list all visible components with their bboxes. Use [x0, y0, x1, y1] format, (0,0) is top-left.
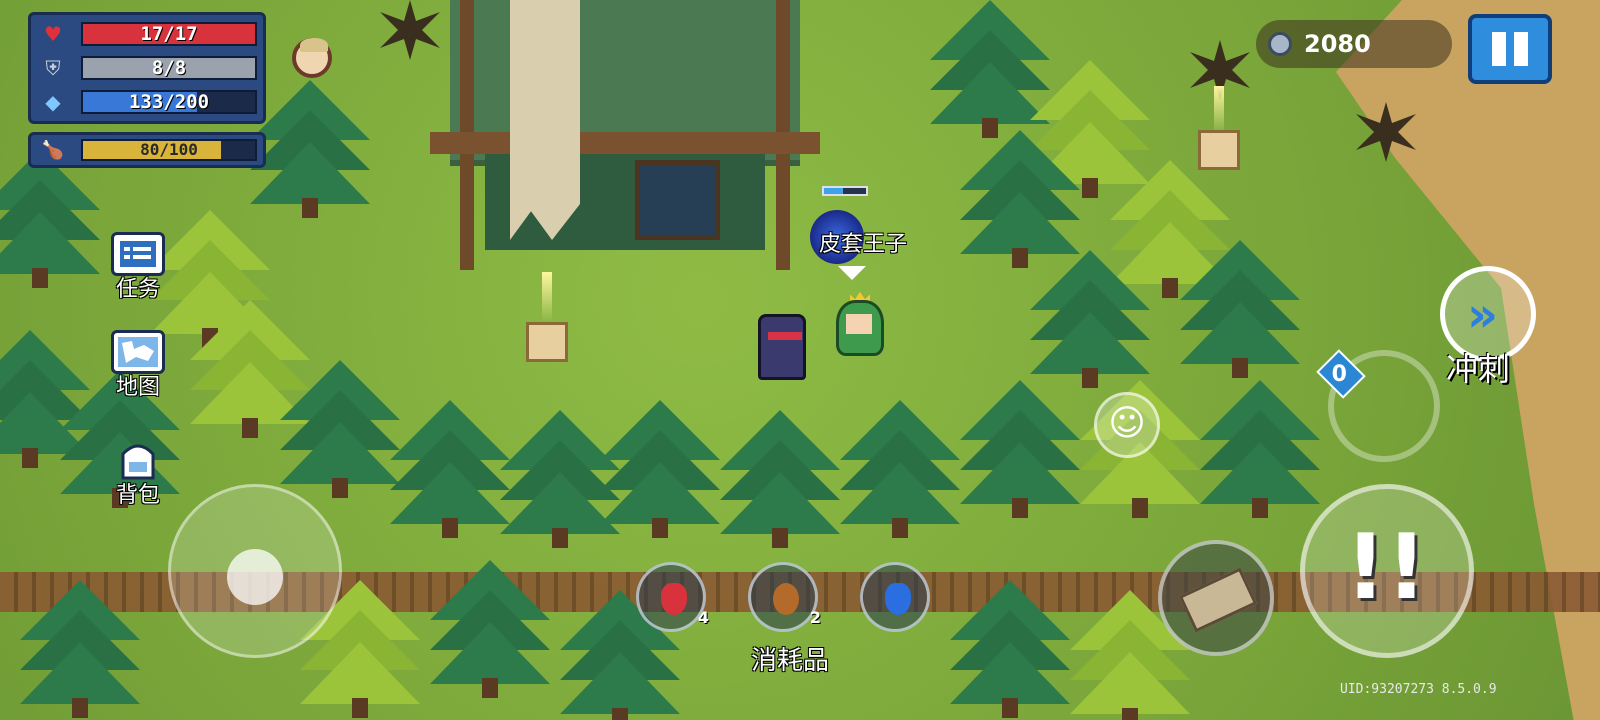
shield-icon: ⛨ — [45, 56, 61, 80]
hp-bar: 17/17 — [81, 22, 257, 46]
knight-armor — [758, 314, 806, 380]
pine-tree — [720, 410, 840, 550]
hunger-bar: 80/100 — [81, 139, 257, 161]
pet-avatar[interactable] — [292, 38, 332, 78]
player-face — [846, 314, 872, 334]
scroll-weapon-icon — [1178, 567, 1258, 633]
map-label: 地图 — [115, 375, 160, 400]
dash-label: 冲刺 — [1446, 350, 1511, 388]
armor-row: ⛨ 8/8 — [41, 55, 257, 81]
coin-counter: 2080 — [1256, 20, 1452, 68]
movement-joystick[interactable] — [168, 484, 342, 658]
exclamation-icon: !! — [1345, 515, 1428, 620]
player-indicator-arrow — [838, 266, 866, 280]
tent-beam — [430, 132, 820, 154]
hunger-panel: 🍗 80/100 — [28, 132, 266, 168]
consumable-count: 4 — [697, 608, 709, 627]
weapon-switch-button[interactable] — [1158, 540, 1274, 656]
treasure-chest[interactable] — [526, 322, 568, 362]
chevron-right-icon: » — [1467, 287, 1499, 343]
skill-charge-count: 0 — [1331, 362, 1348, 388]
knight-visor — [768, 332, 802, 340]
drumstick-icon: 🍗 — [41, 140, 65, 161]
pine-tree — [960, 130, 1080, 270]
hp-value: 17/17 — [140, 23, 198, 45]
pine-tree — [600, 400, 720, 540]
player-character — [832, 292, 888, 364]
consumable-slot-blue-potion[interactable] — [860, 562, 930, 632]
pine-tree — [390, 400, 510, 540]
pause-icon-bar — [1514, 32, 1528, 66]
pine-tree — [250, 80, 370, 220]
tasks-button[interactable]: 任务 — [108, 232, 168, 304]
attack-button[interactable]: !! — [1300, 484, 1474, 658]
smiley-icon: ☺ — [1108, 403, 1146, 444]
tasks-label: 任务 — [115, 277, 160, 302]
blue-potion-icon — [885, 583, 911, 615]
diamond-icon: ◆ — [45, 90, 61, 114]
pine-tree — [840, 400, 960, 540]
consumable-slot-red-potion[interactable]: 4 — [636, 562, 709, 632]
hunger-row: 🍗 80/100 — [41, 138, 257, 162]
coin-icon — [1268, 32, 1292, 56]
energy-value: 133/200 — [128, 91, 210, 113]
player-energy-mini-fill — [824, 188, 843, 194]
treasure-chest[interactable] — [1198, 130, 1240, 170]
chest-glow — [1214, 86, 1224, 136]
hunger-value: 80/100 — [140, 140, 198, 159]
player-name-tag: 皮套王子 — [818, 232, 907, 257]
consumable-count: 2 — [809, 608, 821, 627]
task-list-icon — [111, 232, 165, 276]
hp-row: ♥ 17/17 — [41, 21, 257, 47]
heart-icon: ♥ — [44, 22, 62, 46]
backpack-icon — [111, 438, 165, 482]
pine-tree — [0, 150, 100, 290]
pause-icon — [1492, 32, 1506, 66]
camp-tent[interactable] — [430, 0, 820, 270]
pine-tree — [1200, 380, 1320, 520]
backpack-label: 背包 — [115, 483, 160, 508]
armor-bar: 8/8 — [81, 56, 257, 80]
chest-glow — [542, 272, 552, 322]
tent-banner — [510, 0, 580, 240]
consumables-label: 消耗品 — [750, 646, 829, 676]
joystick-knob[interactable] — [227, 549, 283, 605]
armor-value: 8/8 — [151, 57, 187, 79]
pine-tree — [430, 560, 550, 700]
energy-bar: 133/200 — [81, 90, 257, 114]
pine-tree — [20, 580, 140, 720]
stats-panel: ♥ 17/17 ⛨ 8/8 ◆ 133/200 — [28, 12, 266, 124]
red-potion-icon — [661, 583, 687, 615]
player-energy-mini-bar — [822, 186, 868, 196]
map-icon — [111, 330, 165, 374]
pine-tree — [950, 580, 1070, 720]
meat-icon — [773, 583, 799, 615]
emote-button[interactable]: ☺ — [1094, 392, 1160, 458]
tent-door[interactable] — [635, 160, 720, 240]
pause-button[interactable] — [1468, 14, 1552, 84]
pine-tree — [1030, 250, 1150, 390]
pine-tree — [1180, 240, 1300, 380]
knight-companion[interactable] — [752, 306, 812, 388]
pine-tree — [960, 380, 1080, 520]
coin-value: 2080 — [1304, 30, 1371, 58]
map-button[interactable]: 地图 — [108, 330, 168, 402]
consumable-slot-meat[interactable]: 2 — [748, 562, 821, 632]
energy-row: ◆ 133/200 — [41, 89, 257, 115]
uid-version-text: UID:93207273 8.5.0.9 — [1340, 682, 1497, 697]
pine-tree — [280, 360, 400, 500]
backpack-button[interactable]: 背包 — [108, 438, 168, 510]
